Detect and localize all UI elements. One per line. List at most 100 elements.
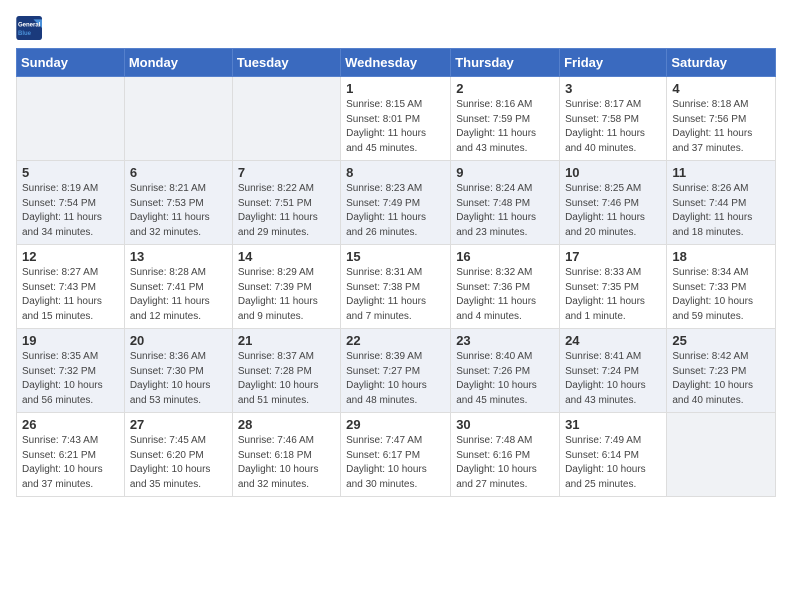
weekday-header-monday: Monday [124, 49, 232, 77]
calendar-table: SundayMondayTuesdayWednesdayThursdayFrid… [16, 48, 776, 497]
calendar-cell: 13 Sunrise: 8:28 AM Sunset: 7:41 PM Dayli… [124, 245, 232, 329]
day-info: Sunrise: 7:47 AM Sunset: 6:17 PM Dayligh… [346, 434, 445, 492]
weekday-header-tuesday: Tuesday [232, 49, 340, 77]
weekday-header-wednesday: Wednesday [341, 49, 451, 77]
day-info: Sunrise: 8:32 AM Sunset: 7:36 PM Dayligh… [456, 266, 554, 324]
calendar-cell: 31 Sunrise: 7:49 AM Sunset: 6:14 PM Dayli… [560, 413, 667, 497]
day-number: 22 [346, 333, 445, 348]
day-number: 24 [565, 333, 661, 348]
day-number: 20 [130, 333, 227, 348]
calendar-cell: 15 Sunrise: 8:31 AM Sunset: 7:38 PM Dayli… [341, 245, 451, 329]
day-number: 14 [238, 249, 335, 264]
weekday-header-saturday: Saturday [667, 49, 776, 77]
calendar-cell [232, 77, 340, 161]
calendar-cell: 4Sunrise: 8:18 AM Sunset: 7:56 PM Daylig… [667, 77, 776, 161]
svg-text:General: General [18, 22, 41, 28]
day-info: Sunrise: 8:15 AM Sunset: 8:01 PM Dayligh… [346, 98, 445, 156]
day-number: 17 [565, 249, 661, 264]
day-info: Sunrise: 8:28 AM Sunset: 7:41 PM Dayligh… [130, 266, 227, 324]
calendar-cell: 25 Sunrise: 8:42 AM Sunset: 7:23 PM Dayli… [667, 329, 776, 413]
day-info: Sunrise: 8:42 AM Sunset: 7:23 PM Dayligh… [672, 350, 770, 408]
calendar-week-row: 12Sunrise: 8:27 AM Sunset: 7:43 PM Dayli… [17, 245, 776, 329]
day-info: Sunrise: 8:41 AM Sunset: 7:24 PM Dayligh… [565, 350, 661, 408]
day-number: 19 [22, 333, 119, 348]
day-number: 12 [22, 249, 119, 264]
day-number: 10 [565, 165, 661, 180]
day-info: Sunrise: 8:22 AM Sunset: 7:51 PM Dayligh… [238, 182, 335, 240]
day-number: 7 [238, 165, 335, 180]
calendar-week-row: 26 Sunrise: 7:43 AM Sunset: 6:21 PM Dayli… [17, 413, 776, 497]
weekday-header-thursday: Thursday [451, 49, 560, 77]
calendar-week-row: 19 Sunrise: 8:35 AM Sunset: 7:32 PM Dayli… [17, 329, 776, 413]
day-info: Sunrise: 8:26 AM Sunset: 7:44 PM Dayligh… [672, 182, 770, 240]
day-number: 8 [346, 165, 445, 180]
day-info: Sunrise: 7:45 AM Sunset: 6:20 PM Dayligh… [130, 434, 227, 492]
day-number: 21 [238, 333, 335, 348]
day-number: 5 [22, 165, 119, 180]
calendar-cell: 7 Sunrise: 8:22 AM Sunset: 7:51 PM Daylig… [232, 161, 340, 245]
day-number: 15 [346, 249, 445, 264]
weekday-header-sunday: Sunday [17, 49, 125, 77]
weekday-header-row: SundayMondayTuesdayWednesdayThursdayFrid… [17, 49, 776, 77]
calendar-cell: 17 Sunrise: 8:33 AM Sunset: 7:35 PM Dayli… [560, 245, 667, 329]
weekday-header-friday: Friday [560, 49, 667, 77]
page-header: General Blue [16, 16, 776, 40]
calendar-cell: 28Sunrise: 7:46 AM Sunset: 6:18 PM Dayli… [232, 413, 340, 497]
day-info: Sunrise: 8:35 AM Sunset: 7:32 PM Dayligh… [22, 350, 119, 408]
day-number: 27 [130, 417, 227, 432]
day-number: 23 [456, 333, 554, 348]
calendar-cell: 21Sunrise: 8:37 AM Sunset: 7:28 PM Dayli… [232, 329, 340, 413]
day-number: 25 [672, 333, 770, 348]
day-info: Sunrise: 8:16 AM Sunset: 7:59 PM Dayligh… [456, 98, 554, 156]
svg-text:Blue: Blue [18, 31, 32, 37]
calendar-cell: 9 Sunrise: 8:24 AM Sunset: 7:48 PM Daylig… [451, 161, 560, 245]
calendar-cell: 5 Sunrise: 8:19 AM Sunset: 7:54 PM Daylig… [17, 161, 125, 245]
day-info: Sunrise: 8:40 AM Sunset: 7:26 PM Dayligh… [456, 350, 554, 408]
calendar-cell [124, 77, 232, 161]
logo-icon: General Blue [16, 16, 44, 40]
calendar-cell: 14 Sunrise: 8:29 AM Sunset: 7:39 PM Dayli… [232, 245, 340, 329]
calendar-week-row: 5 Sunrise: 8:19 AM Sunset: 7:54 PM Daylig… [17, 161, 776, 245]
calendar-cell: 6 Sunrise: 8:21 AM Sunset: 7:53 PM Daylig… [124, 161, 232, 245]
day-number: 4 [672, 81, 770, 96]
day-info: Sunrise: 8:17 AM Sunset: 7:58 PM Dayligh… [565, 98, 661, 156]
day-info: Sunrise: 8:31 AM Sunset: 7:38 PM Dayligh… [346, 266, 445, 324]
day-number: 30 [456, 417, 554, 432]
day-info: Sunrise: 8:33 AM Sunset: 7:35 PM Dayligh… [565, 266, 661, 324]
day-number: 9 [456, 165, 554, 180]
calendar-cell: 26 Sunrise: 7:43 AM Sunset: 6:21 PM Dayli… [17, 413, 125, 497]
day-number: 1 [346, 81, 445, 96]
calendar-cell: 1 Sunrise: 8:15 AM Sunset: 8:01 PM Daylig… [341, 77, 451, 161]
calendar-cell: 3Sunrise: 8:17 AM Sunset: 7:58 PM Daylig… [560, 77, 667, 161]
day-info: Sunrise: 8:21 AM Sunset: 7:53 PM Dayligh… [130, 182, 227, 240]
calendar-cell: 19 Sunrise: 8:35 AM Sunset: 7:32 PM Dayli… [17, 329, 125, 413]
day-info: Sunrise: 8:39 AM Sunset: 7:27 PM Dayligh… [346, 350, 445, 408]
calendar-cell: 22 Sunrise: 8:39 AM Sunset: 7:27 PM Dayli… [341, 329, 451, 413]
day-info: Sunrise: 7:43 AM Sunset: 6:21 PM Dayligh… [22, 434, 119, 492]
day-number: 6 [130, 165, 227, 180]
day-info: Sunrise: 7:49 AM Sunset: 6:14 PM Dayligh… [565, 434, 661, 492]
calendar-cell: 12Sunrise: 8:27 AM Sunset: 7:43 PM Dayli… [17, 245, 125, 329]
day-info: Sunrise: 8:34 AM Sunset: 7:33 PM Dayligh… [672, 266, 770, 324]
day-number: 2 [456, 81, 554, 96]
calendar-cell: 10 Sunrise: 8:25 AM Sunset: 7:46 PM Dayli… [560, 161, 667, 245]
day-info: Sunrise: 8:24 AM Sunset: 7:48 PM Dayligh… [456, 182, 554, 240]
day-info: Sunrise: 8:29 AM Sunset: 7:39 PM Dayligh… [238, 266, 335, 324]
day-number: 18 [672, 249, 770, 264]
day-info: Sunrise: 8:19 AM Sunset: 7:54 PM Dayligh… [22, 182, 119, 240]
calendar-cell: 29Sunrise: 7:47 AM Sunset: 6:17 PM Dayli… [341, 413, 451, 497]
day-info: Sunrise: 8:25 AM Sunset: 7:46 PM Dayligh… [565, 182, 661, 240]
calendar-cell: 20Sunrise: 8:36 AM Sunset: 7:30 PM Dayli… [124, 329, 232, 413]
calendar-week-row: 1 Sunrise: 8:15 AM Sunset: 8:01 PM Daylig… [17, 77, 776, 161]
calendar-cell: 11Sunrise: 8:26 AM Sunset: 7:44 PM Dayli… [667, 161, 776, 245]
calendar-cell [667, 413, 776, 497]
day-number: 26 [22, 417, 119, 432]
day-number: 31 [565, 417, 661, 432]
calendar-cell: 24 Sunrise: 8:41 AM Sunset: 7:24 PM Dayli… [560, 329, 667, 413]
day-number: 13 [130, 249, 227, 264]
logo: General Blue [16, 16, 44, 40]
calendar-cell: 18 Sunrise: 8:34 AM Sunset: 7:33 PM Dayli… [667, 245, 776, 329]
calendar-cell: 30Sunrise: 7:48 AM Sunset: 6:16 PM Dayli… [451, 413, 560, 497]
day-info: Sunrise: 8:23 AM Sunset: 7:49 PM Dayligh… [346, 182, 445, 240]
day-number: 16 [456, 249, 554, 264]
